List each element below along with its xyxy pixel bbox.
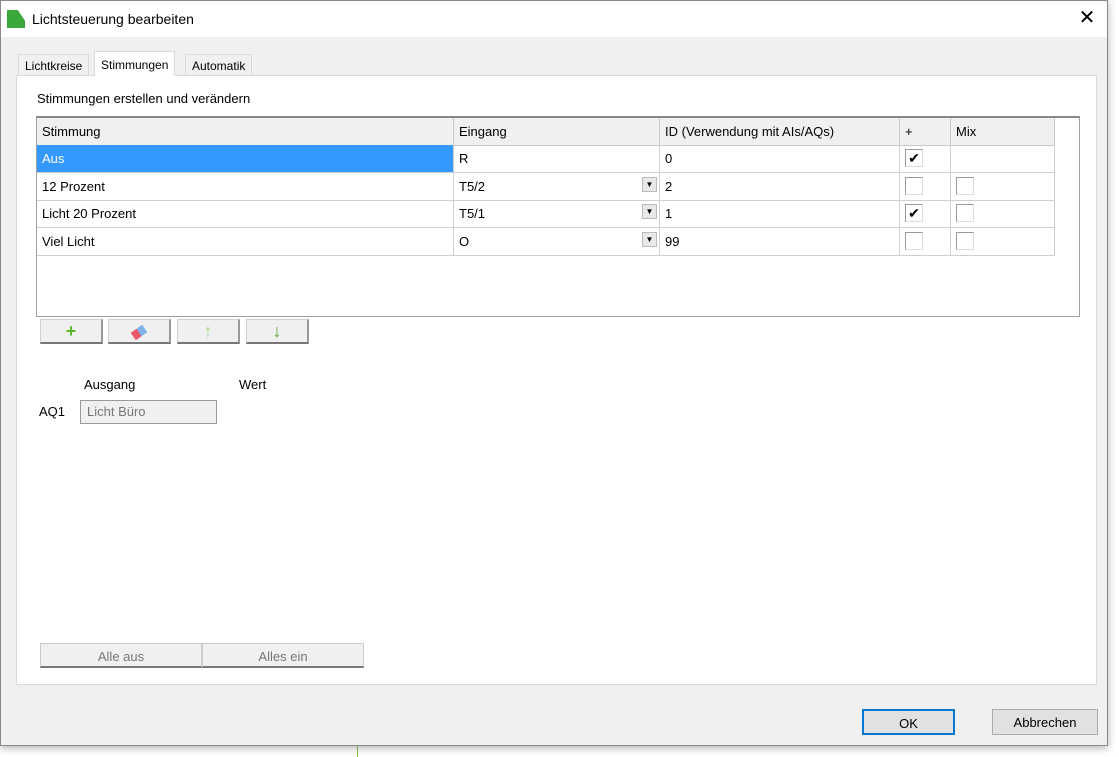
header-mix[interactable]: Mix bbox=[951, 118, 1055, 146]
header-plus[interactable]: + bbox=[900, 118, 951, 146]
cell-stimmung[interactable]: Viel Licht bbox=[37, 227, 454, 256]
add-button[interactable]: + bbox=[40, 319, 103, 344]
cell-plus: ✔ bbox=[900, 200, 951, 228]
cell-id[interactable]: 1 bbox=[660, 200, 900, 228]
cell-stimmung[interactable]: Licht 20 Prozent bbox=[37, 200, 454, 228]
dialog: Lichtsteuerung bearbeiten ✕ Lichtkreise … bbox=[0, 0, 1108, 746]
move-down-button[interactable]: ↓ bbox=[246, 319, 309, 344]
table-row[interactable]: 12 Prozent T5/2 ▼ 2 bbox=[37, 172, 1056, 201]
cell-id[interactable]: 99 bbox=[660, 227, 900, 256]
cell-plus bbox=[900, 227, 951, 256]
eingang-value: T5/2 bbox=[459, 178, 486, 194]
title-bar: Lichtsteuerung bearbeiten ✕ bbox=[1, 1, 1107, 37]
all-off-button[interactable]: Alle aus bbox=[40, 643, 202, 668]
table-row[interactable]: Licht 20 Prozent T5/1 ▼ 1 ✔ bbox=[37, 200, 1056, 228]
cell-mix bbox=[951, 172, 1055, 201]
cell-eingang[interactable]: O ▼ bbox=[454, 227, 660, 256]
cell-eingang[interactable]: T5/2 ▼ bbox=[454, 172, 660, 201]
stimmungen-grid: Stimmung Eingang ID (Verwendung mit AIs/… bbox=[36, 116, 1080, 317]
tab-stimmungen[interactable]: Stimmungen bbox=[94, 51, 176, 76]
mix-checkbox[interactable] bbox=[956, 176, 974, 195]
close-button[interactable]: ✕ bbox=[1075, 7, 1099, 31]
header-stimmung[interactable]: Stimmung bbox=[37, 118, 454, 146]
plus-checkbox[interactable]: ✔ bbox=[905, 149, 923, 167]
aq1-label: AQ1 bbox=[39, 404, 66, 419]
chevron-down-icon[interactable]: ▼ bbox=[642, 204, 657, 219]
chevron-down-icon[interactable]: ▼ bbox=[642, 231, 657, 247]
eingang-value: O bbox=[459, 233, 470, 249]
plus-checkbox[interactable]: ✔ bbox=[905, 204, 923, 222]
tab-automatik[interactable]: Automatik bbox=[185, 54, 253, 76]
tab-lichtkreise[interactable]: Lichtkreise bbox=[18, 54, 90, 76]
chevron-down-icon[interactable]: ▼ bbox=[642, 176, 657, 192]
all-on-button[interactable]: Alles ein bbox=[202, 643, 364, 668]
eraser-icon bbox=[130, 324, 148, 341]
cell-stimmung[interactable]: Aus bbox=[37, 145, 454, 173]
tab-panel: Stimmungen erstellen und verändern Stimm… bbox=[16, 75, 1097, 685]
cancel-button[interactable]: Abbrechen bbox=[992, 709, 1098, 735]
cell-eingang[interactable]: T5/1 ▼ bbox=[454, 200, 660, 228]
header-id[interactable]: ID (Verwendung mit AIs/AQs) bbox=[660, 118, 900, 146]
eingang-value: T5/1 bbox=[459, 206, 486, 221]
move-up-button[interactable]: ↑ bbox=[177, 319, 240, 344]
wert-label: Wert bbox=[239, 377, 267, 392]
delete-button[interactable] bbox=[108, 319, 171, 344]
table-row[interactable]: Viel Licht O ▼ 99 bbox=[37, 227, 1056, 256]
cell-mix bbox=[951, 200, 1055, 228]
plus-checkbox[interactable] bbox=[905, 176, 923, 195]
cell-plus: ✔ bbox=[900, 145, 951, 173]
cell-plus bbox=[900, 172, 951, 201]
ausgang-field: Licht Büro bbox=[80, 400, 217, 424]
table-row[interactable]: Aus R 0 ✔ bbox=[37, 145, 1056, 173]
header-eingang[interactable]: Eingang bbox=[454, 118, 660, 146]
app-icon bbox=[7, 10, 25, 28]
window-title: Lichtsteuerung bearbeiten bbox=[32, 11, 194, 27]
cell-mix bbox=[951, 145, 1055, 173]
grid-header: Stimmung Eingang ID (Verwendung mit AIs/… bbox=[37, 118, 1056, 146]
ausgang-label: Ausgang bbox=[84, 377, 136, 392]
cell-eingang[interactable]: R bbox=[454, 145, 660, 173]
mix-checkbox[interactable] bbox=[956, 204, 974, 222]
panel-title: Stimmungen erstellen und verändern bbox=[37, 91, 251, 106]
cell-stimmung[interactable]: 12 Prozent bbox=[37, 172, 454, 201]
cell-id[interactable]: 2 bbox=[660, 172, 900, 201]
cell-mix bbox=[951, 227, 1055, 256]
mix-checkbox[interactable] bbox=[956, 231, 974, 250]
eingang-value: R bbox=[459, 151, 469, 166]
cell-id[interactable]: 0 bbox=[660, 145, 900, 173]
plus-checkbox[interactable] bbox=[905, 231, 923, 250]
ok-button[interactable]: OK bbox=[862, 709, 955, 735]
